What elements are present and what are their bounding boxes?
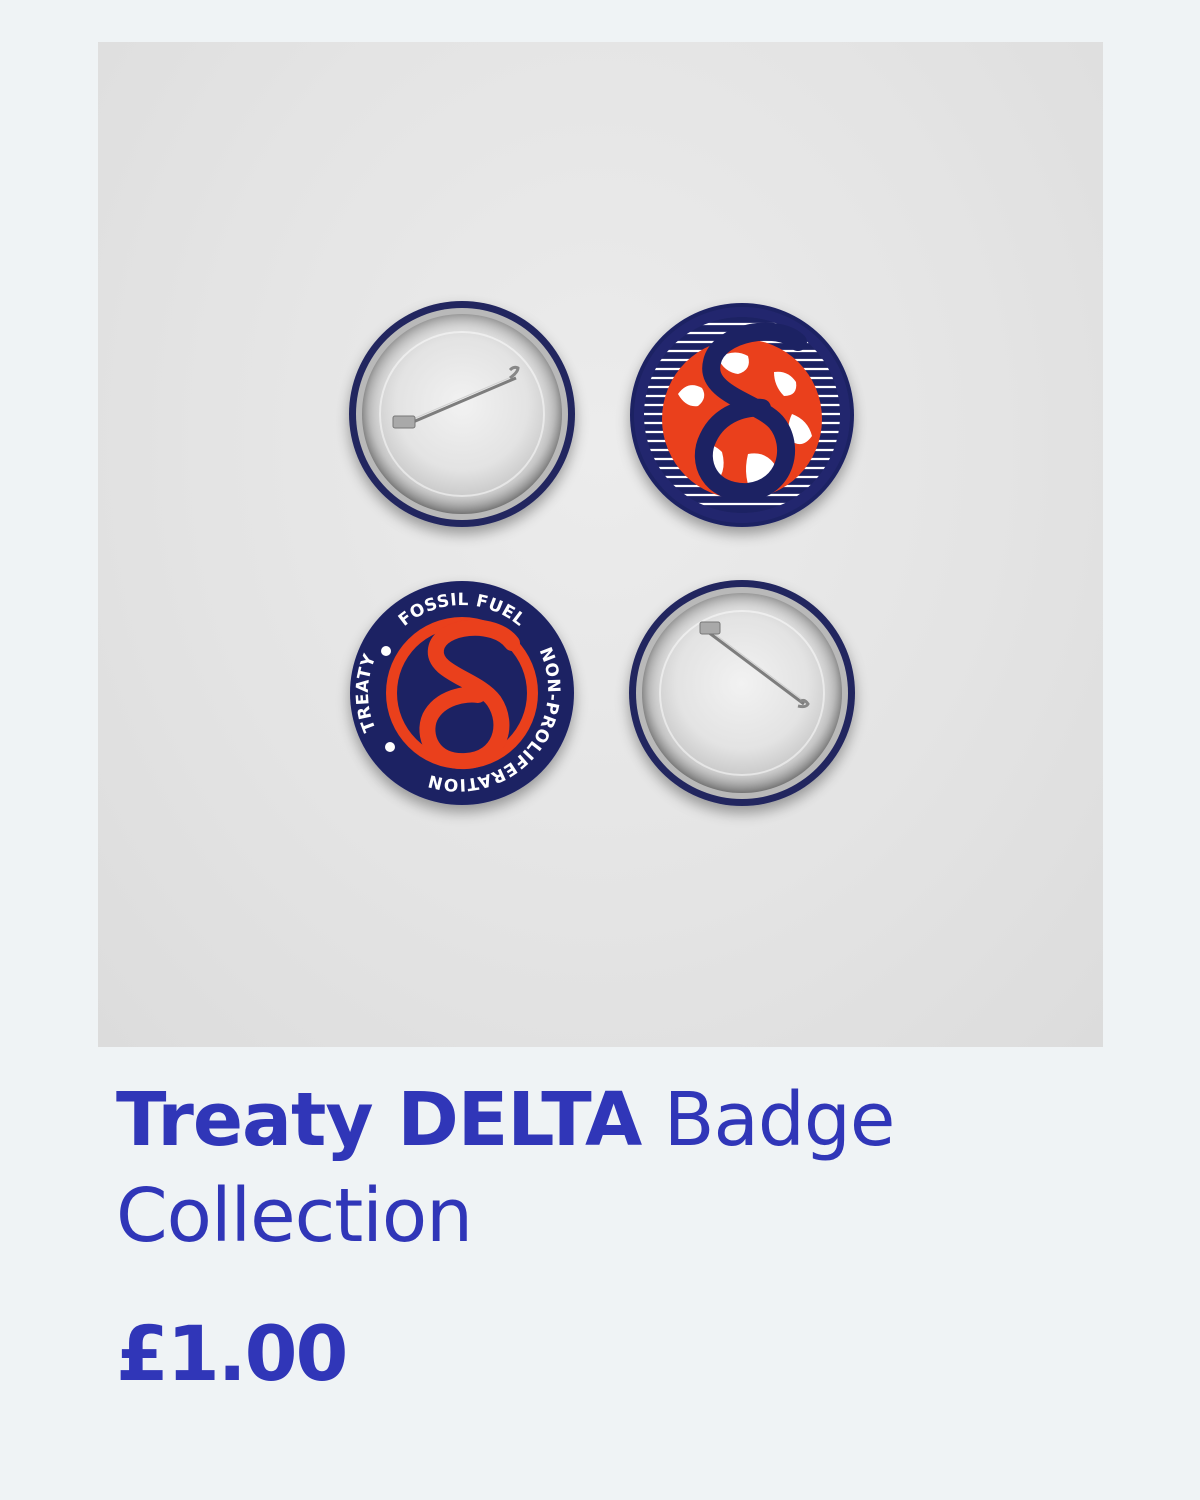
product-card[interactable]: FOSSIL FUEL NON-PROLIFERATION TREATY Tre… bbox=[0, 0, 1200, 1500]
badge-photo: FOSSIL FUEL NON-PROLIFERATION TREATY bbox=[349, 301, 855, 806]
badge-back-1 bbox=[349, 301, 575, 527]
badge-back-2 bbox=[629, 580, 855, 806]
product-title[interactable]: Treaty DELTA Badge Collection bbox=[116, 1072, 1096, 1264]
badge-front-text: FOSSIL FUEL NON-PROLIFERATION TREATY bbox=[350, 581, 574, 805]
dot-icon bbox=[381, 646, 391, 656]
product-title-bold: Treaty DELTA bbox=[116, 1077, 642, 1163]
dot-icon bbox=[385, 742, 395, 752]
badge-front-globe bbox=[630, 303, 854, 527]
product-price: £1.00 bbox=[116, 1309, 348, 1398]
product-image[interactable]: FOSSIL FUEL NON-PROLIFERATION TREATY bbox=[98, 42, 1103, 1047]
